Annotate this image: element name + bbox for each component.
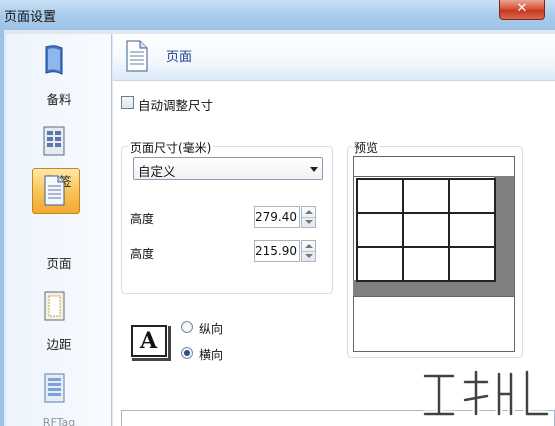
sidebar-item-label: 页面	[46, 256, 72, 271]
spin-up-icon[interactable]	[305, 210, 313, 214]
orientation-icon: A	[131, 325, 171, 361]
landscape-label: 横向	[199, 348, 224, 362]
auto-size-checkbox[interactable]	[121, 96, 134, 109]
page-title: 页面	[166, 50, 193, 65]
preview-label-cell	[402, 178, 450, 214]
page-size-selected: 自定义	[138, 164, 176, 179]
title-bar: 页面设置	[0, 0, 555, 66]
preview-label-cell	[448, 246, 496, 282]
page-icon	[126, 40, 148, 72]
preview-label-cell	[448, 212, 496, 248]
portrait-label: 纵向	[199, 322, 224, 336]
height-stepper[interactable]	[301, 206, 316, 228]
preview-label-cell	[356, 178, 404, 214]
close-button[interactable]: ✕	[499, 0, 545, 20]
preview-label-cell	[448, 178, 496, 214]
book-icon	[45, 45, 63, 75]
auto-size-label: 自动调整尺寸	[138, 98, 214, 113]
page-size-group-title: 页面尺寸(毫米)	[128, 139, 214, 156]
height-label: 高度	[130, 212, 155, 226]
rfid-tag-icon	[44, 373, 65, 403]
height-input[interactable]: 279.40	[254, 206, 300, 228]
landscape-radio[interactable]	[181, 347, 193, 359]
preview-group-title: 预览	[352, 139, 381, 156]
header-divider	[113, 80, 555, 81]
width-input[interactable]: 215.90	[254, 240, 300, 262]
label-sheet-icon	[43, 126, 65, 156]
preview-shadow-right	[494, 176, 514, 296]
stepper-divider	[302, 217, 315, 218]
sidebar-item-label: 边距	[46, 337, 72, 352]
preview-label-cell	[402, 212, 450, 248]
width-stepper[interactable]	[301, 240, 316, 262]
spin-down-icon[interactable]	[305, 220, 313, 224]
orientation-icon-letter: A	[140, 328, 158, 354]
preview-label-cell	[356, 212, 404, 248]
margin-icon	[44, 291, 65, 321]
portrait-radio[interactable]	[181, 321, 193, 333]
spin-down-icon[interactable]	[305, 254, 313, 258]
page-icon	[44, 175, 65, 206]
watermark-logo	[421, 368, 551, 418]
preview-shadow-bottom	[353, 280, 514, 296]
stepper-divider	[302, 251, 315, 252]
preview-bottom-line	[353, 296, 515, 297]
chevron-down-icon	[310, 167, 318, 172]
sidebar-item-label: 备料	[46, 92, 72, 107]
width-label: 高度	[130, 247, 155, 261]
spin-up-icon[interactable]	[305, 244, 313, 248]
preview-label-cell	[402, 246, 450, 282]
preview-label-cell	[356, 246, 404, 282]
window-title: 页面设置	[4, 10, 57, 25]
page-size-select[interactable]: 自定义	[133, 157, 323, 180]
sidebar-item-label: RFTag	[42, 416, 76, 426]
